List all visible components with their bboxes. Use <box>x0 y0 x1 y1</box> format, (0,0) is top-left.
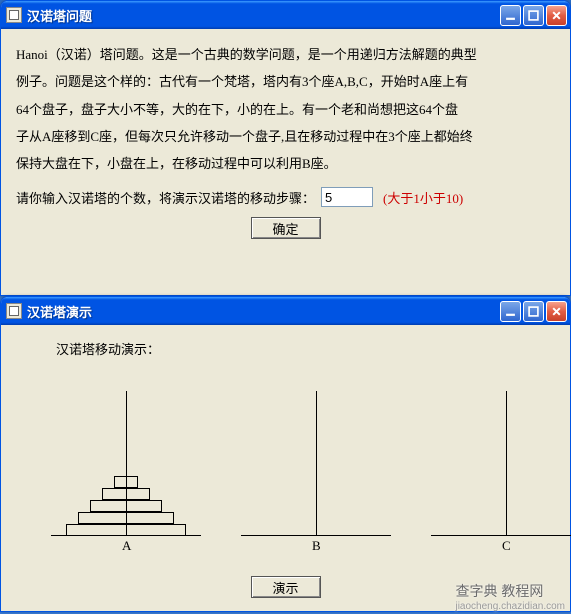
maximize-button[interactable] <box>523 5 544 26</box>
close-button[interactable] <box>546 301 567 322</box>
titlebar[interactable]: 汉诺塔问题 <box>1 1 570 29</box>
window-title: 汉诺塔演示 <box>27 302 500 321</box>
peg-label: C <box>502 538 511 554</box>
app-icon <box>6 7 22 23</box>
minimize-button[interactable] <box>500 5 521 26</box>
hanoi-demo-window: 汉诺塔演示 汉诺塔移动演示： A B <box>0 296 571 612</box>
hanoi-problem-window: 汉诺塔问题 Hanoi（汉诺）塔问题。这是一个古典的数学问题，是一个用递归方法解… <box>0 0 571 296</box>
disk-2 <box>102 488 150 500</box>
hanoi-canvas: A B C <box>16 366 556 566</box>
app-icon <box>6 303 22 319</box>
disk-3 <box>90 500 162 512</box>
description-text: Hanoi（汉诺）塔问题。这是一个古典的数学问题，是一个用递归方法解题的典型 例… <box>16 41 555 177</box>
input-hint: (大于1小于10) <box>383 188 463 207</box>
minimize-button[interactable] <box>500 301 521 322</box>
close-button[interactable] <box>546 5 567 26</box>
disk-1 <box>114 476 138 488</box>
client-area: 汉诺塔移动演示： A B C <box>1 325 570 611</box>
client-area: Hanoi（汉诺）塔问题。这是一个古典的数学问题，是一个用递归方法解题的典型 例… <box>1 29 570 295</box>
demo-heading: 汉诺塔移动演示： <box>56 339 555 358</box>
watermark: 查字典 教程网 jiaocheng.chazidian.com <box>455 581 565 612</box>
disk-4 <box>78 512 174 524</box>
maximize-button[interactable] <box>523 301 544 322</box>
titlebar[interactable]: 汉诺塔演示 <box>1 297 570 325</box>
input-row: 请你输入汉诺塔的个数，将演示汉诺塔的移动步骤： (大于1小于10) <box>16 187 555 207</box>
peg-pole <box>506 391 507 536</box>
ok-button[interactable]: 确定 <box>251 217 321 239</box>
peg-pole <box>316 391 317 536</box>
peg-label: A <box>122 538 131 554</box>
disk-5 <box>66 524 186 536</box>
window-title: 汉诺塔问题 <box>27 6 500 25</box>
peg-base <box>431 535 571 536</box>
count-input[interactable] <box>321 187 373 207</box>
input-label: 请你输入汉诺塔的个数，将演示汉诺塔的移动步骤： <box>16 188 315 207</box>
demo-button[interactable]: 演示 <box>251 576 321 598</box>
peg-label: B <box>312 538 321 554</box>
